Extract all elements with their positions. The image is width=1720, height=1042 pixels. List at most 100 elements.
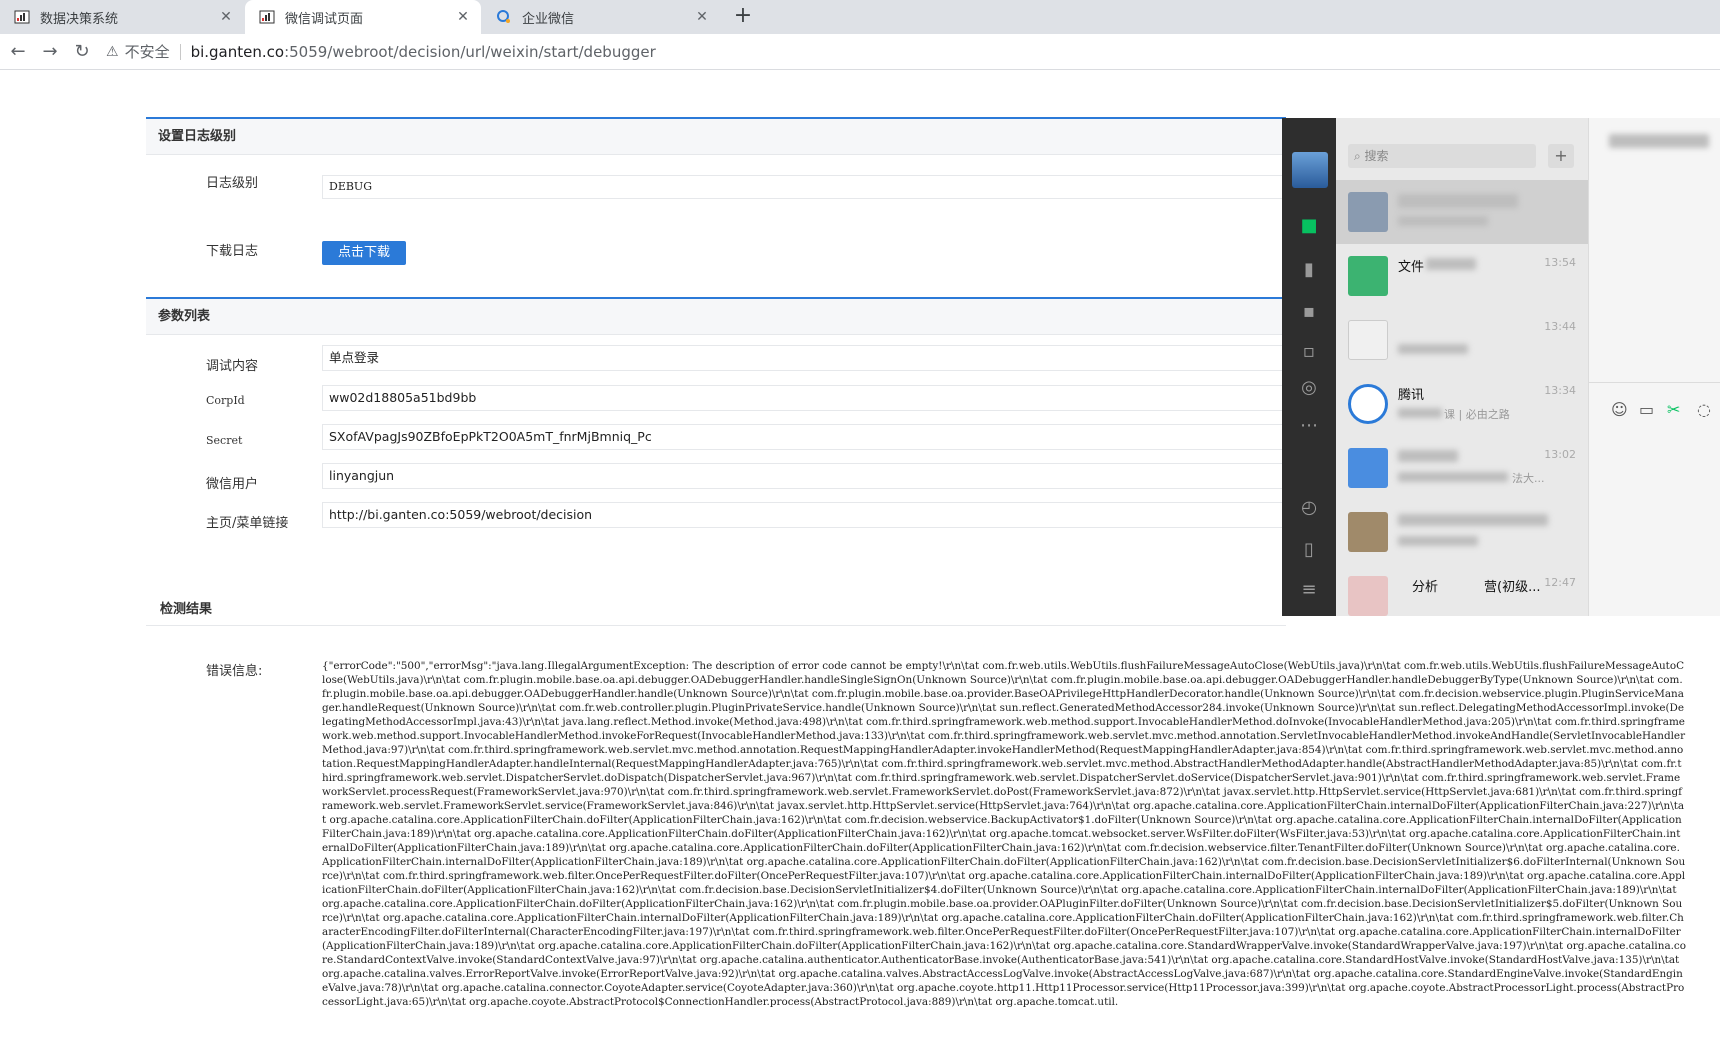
list-item[interactable]: 文件 13:54	[1336, 244, 1588, 308]
chat-time: 12:47	[1544, 576, 1576, 589]
chat-time: 13:44	[1544, 320, 1576, 333]
url-host: bi.ganten.co	[190, 42, 285, 61]
secret-input[interactable]: SXofAVpagJs90ZBfoEpPkT2O0A5mT_fnrMjBmniq…	[322, 424, 1286, 450]
tab-work-wechat[interactable]: 企业微信 ✕	[482, 0, 720, 34]
param-label: 调试内容	[206, 359, 259, 374]
work-wechat-favicon-icon	[497, 10, 510, 23]
close-tab-icon[interactable]: ✕	[694, 9, 710, 25]
avatar	[1348, 256, 1388, 296]
report-favicon-icon	[14, 10, 30, 24]
wechat-chat-list: ⌕ 搜索 + 文件 13:54 13:44 腾讯 13:34 课 | 必由之路	[1336, 118, 1588, 616]
new-tab-button[interactable]: +	[730, 4, 756, 30]
browser-tab-bar: 数据决策系统 ✕ 微信调试页面 ✕ 企业微信 ✕ +	[0, 0, 1720, 34]
list-item[interactable]	[1336, 500, 1588, 564]
param-row-secret: Secret	[146, 434, 266, 447]
homepage-link-input[interactable]: http://bi.ganten.co:5059/webroot/decisio…	[322, 502, 1286, 528]
tab-title: 企业微信	[522, 11, 575, 27]
url-path: :5059/webroot/decision/url/weixin/start/…	[284, 42, 656, 61]
scissors-icon[interactable]: ✂	[1667, 400, 1680, 419]
wechat-user-input[interactable]: linyangjun	[322, 463, 1286, 489]
panel-title: 参数列表	[146, 299, 1286, 335]
address-bar[interactable]: ⚠ 不安全 bi.ganten.co:5059/webroot/decision…	[106, 38, 656, 66]
list-item[interactable]: 腾讯 13:34 课 | 必由之路	[1336, 372, 1588, 436]
warning-icon[interactable]: ⚠	[106, 44, 119, 60]
chat-bubble-icon[interactable]: ◌	[1697, 400, 1711, 419]
chat-preview: 课 | 必由之路	[1444, 408, 1510, 421]
menu-icon[interactable]: ≡	[1297, 578, 1321, 602]
avatar	[1348, 320, 1388, 360]
result-title: 检测结果	[160, 602, 213, 617]
panel-title: 设置日志级别	[146, 119, 1286, 155]
close-tab-icon[interactable]: ✕	[218, 9, 234, 25]
chat-name: 文件	[1398, 260, 1425, 275]
error-message-text: {"errorCode":"500","errorMsg":"java.lang…	[322, 660, 1686, 1008]
param-row-user: 微信用户	[146, 473, 266, 492]
error-label: 错误信息:	[206, 664, 263, 679]
divider	[1589, 382, 1720, 383]
chat-preview: 法大...	[1512, 472, 1545, 485]
moments-icon[interactable]: ◎	[1297, 376, 1321, 400]
search-icon: ⌕	[1354, 149, 1365, 163]
log-level-row: 日志级别	[146, 172, 266, 191]
contacts-icon[interactable]: ▮	[1297, 258, 1321, 282]
avatar	[1348, 448, 1388, 488]
report-favicon-icon	[259, 10, 275, 24]
list-item[interactable]: 分析 营(初级... 12:47	[1336, 564, 1588, 616]
param-row-content: 调试内容	[146, 355, 266, 374]
divider	[146, 625, 1286, 626]
divider	[179, 43, 181, 60]
param-label: 微信用户	[206, 477, 259, 492]
param-row-homepage: 主页/菜单链接	[146, 512, 289, 531]
avatar	[1348, 512, 1388, 552]
chat-time: 13:34	[1544, 384, 1576, 397]
list-item[interactable]: 13:02 法大...	[1336, 436, 1588, 500]
chat-time: 13:02	[1544, 448, 1576, 461]
security-status[interactable]: 不安全	[125, 41, 170, 62]
debug-content-select[interactable]: 单点登录	[322, 345, 1286, 371]
folder-icon[interactable]: ▭	[1639, 400, 1654, 419]
log-level-label: 日志级别	[206, 176, 259, 191]
log-level-panel: 设置日志级别 日志级别 DEBUG 下载日志 点击下载	[146, 117, 1286, 277]
tab-title: 数据决策系统	[40, 11, 119, 27]
chat-preview: 营(初级...	[1484, 580, 1541, 595]
list-item[interactable]	[1336, 180, 1588, 244]
emoji-icon[interactable]: ☺	[1611, 400, 1628, 419]
more-icon[interactable]: ⋯	[1297, 414, 1321, 438]
download-button[interactable]: 点击下载	[322, 241, 407, 265]
reload-icon[interactable]: ↻	[66, 38, 98, 66]
param-label: 主页/菜单链接	[206, 516, 289, 531]
download-log-label: 下载日志	[206, 244, 259, 259]
corpid-input[interactable]: ww02d18805a51bd9bb	[322, 385, 1286, 411]
search-input[interactable]: ⌕ 搜索	[1348, 144, 1536, 168]
avatar	[1348, 384, 1388, 424]
files-icon[interactable]: ▫	[1297, 340, 1321, 364]
log-level-select[interactable]: DEBUG	[322, 175, 1286, 199]
tab-data-decision[interactable]: 数据决策系统 ✕	[0, 0, 244, 34]
avatar	[1348, 192, 1388, 232]
close-tab-icon[interactable]: ✕	[455, 9, 471, 25]
phone-icon[interactable]: ▯	[1297, 538, 1321, 562]
avatar	[1348, 576, 1388, 616]
back-arrow-icon[interactable]: ←	[2, 38, 34, 66]
chat-name: 分析	[1412, 580, 1439, 595]
forward-arrow-icon[interactable]: →	[34, 38, 66, 66]
params-panel: 参数列表 调试内容 单点登录 CorpId ww02d18805a51bd9bb…	[146, 297, 1286, 567]
chat-name: 腾讯	[1398, 388, 1425, 403]
tab-wechat-debug[interactable]: 微信调试页面 ✕	[245, 0, 481, 34]
avatar[interactable]	[1292, 152, 1328, 188]
tab-title: 微信调试页面	[285, 11, 364, 27]
wechat-window: ■ ▮ ▪ ▫ ◎ ⋯ ◴ ▯ ≡ ⌕ 搜索 + 文件 13:54 13:44	[1282, 118, 1720, 616]
favorites-icon[interactable]: ▪	[1297, 300, 1321, 324]
param-label: CorpId	[206, 394, 245, 407]
param-label: Secret	[206, 434, 243, 447]
miniprogram-icon[interactable]: ◴	[1297, 496, 1321, 520]
wechat-chat-pane: ☺ ▭ ✂ ◌	[1588, 118, 1720, 616]
wechat-nav-bar: ■ ▮ ▪ ▫ ◎ ⋯ ◴ ▯ ≡	[1282, 118, 1336, 616]
browser-toolbar: ← → ↻ ⚠ 不安全 bi.ganten.co:5059/webroot/de…	[0, 34, 1720, 70]
chat-icon[interactable]: ■	[1297, 214, 1321, 238]
add-chat-button[interactable]: +	[1548, 144, 1574, 168]
search-placeholder: 搜索	[1364, 149, 1389, 163]
list-item[interactable]: 13:44	[1336, 308, 1588, 372]
download-log-row: 下载日志	[146, 240, 266, 259]
chat-time: 13:54	[1544, 256, 1576, 269]
